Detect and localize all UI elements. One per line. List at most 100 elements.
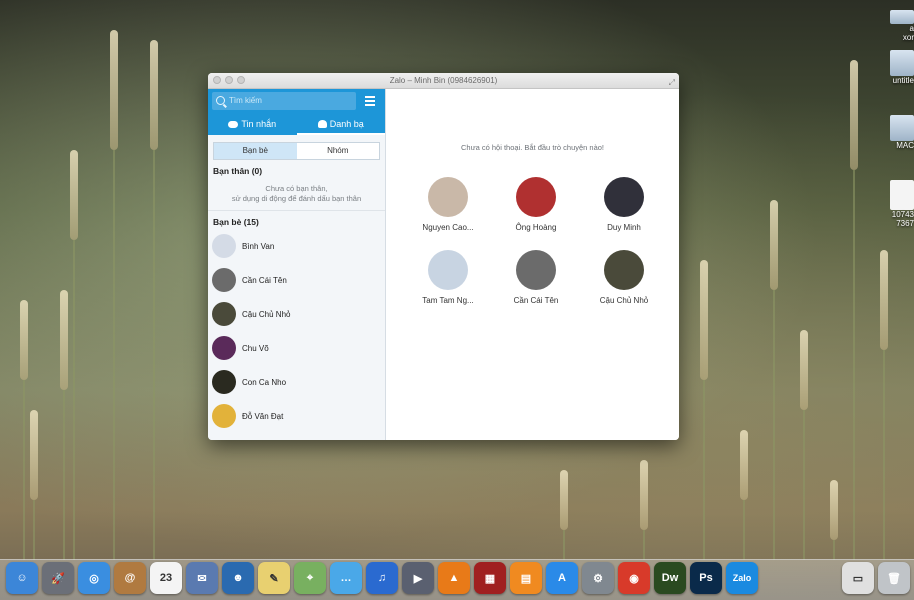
tab-contacts[interactable]: Danh bạ — [296, 114, 385, 135]
system-preferences-icon[interactable]: ⚙ — [582, 562, 614, 594]
minimize-button[interactable] — [225, 76, 233, 84]
launchpad-icon[interactable]: 🚀 — [42, 562, 74, 594]
empty-conversation-hint: Chưa có hội thoại. Bắt đầu trò chuyện nà… — [460, 143, 605, 152]
zoom-button[interactable] — [237, 76, 245, 84]
safari-icon[interactable]: ◎ — [78, 562, 110, 594]
close-friends-empty: Chưa có bạn thân, sử dụng di động để đán… — [208, 176, 385, 211]
friend-list-item[interactable]: Chu Võ — [208, 331, 385, 365]
zalo-icon[interactable]: Zalo — [726, 562, 758, 594]
preview-icon[interactable]: ☻ — [222, 562, 254, 594]
itunes-icon[interactable]: ♫ — [366, 562, 398, 594]
avatar — [212, 336, 236, 360]
segment-friends[interactable]: Bạn bè — [214, 143, 297, 159]
maps-icon[interactable]: ⌖ — [294, 562, 326, 594]
friend-list-item[interactable]: Cậu Chủ Nhỏ — [208, 297, 385, 331]
messages-icon[interactable]: … — [330, 562, 362, 594]
search-input[interactable]: Tìm kiếm — [212, 92, 356, 110]
desktop-icon-1[interactable]: a xor — [884, 10, 914, 42]
friend-name: Con Ca Nho — [242, 377, 287, 387]
grass-stem — [23, 380, 25, 560]
grass-stem — [803, 410, 805, 560]
grass-stem — [853, 170, 855, 560]
segment-groups[interactable]: Nhóm — [297, 143, 380, 159]
contact-card[interactable]: Nguyen Cao... — [404, 177, 492, 232]
finder-icon[interactable]: ☺ — [6, 562, 38, 594]
vlc-icon[interactable]: ▲ — [438, 562, 470, 594]
friends-title: Bạn bè (15) — [213, 217, 259, 227]
contact-card[interactable]: Tam Tam Ng... — [404, 250, 492, 305]
desktop-icon-2[interactable]: untitle — [884, 50, 914, 85]
tab-messages[interactable]: Tin nhắn — [208, 114, 297, 135]
contact-name: Nguyen Cao... — [422, 223, 474, 232]
grass-stalk — [30, 410, 38, 500]
friends-groups-toggle: Bạn bè Nhóm — [213, 142, 380, 160]
grass-stalk — [700, 260, 708, 380]
desktop-icon-label: untitle — [892, 76, 914, 85]
desktop-icon-label: a xor — [902, 24, 914, 42]
grass-stem — [643, 530, 645, 560]
chrome-icon[interactable]: ◉ — [618, 562, 650, 594]
desktop-icon-label: MAC — [896, 141, 914, 150]
contacts-app-icon[interactable]: @ — [114, 562, 146, 594]
dock-apps: ☺ 🚀 ◎ @23 ✉ ☻ ✎ ⌖… ♫ ▶ ▲ ▦ ▤ A ⚙ ◉ Dw Ps Zalo — [6, 562, 758, 594]
friend-list-item[interactable]: Cần Cái Tên — [208, 263, 385, 297]
close-button[interactable] — [213, 76, 221, 84]
photoshop-icon[interactable]: Ps — [690, 562, 722, 594]
friend-name: Cần Cái Tên — [242, 275, 287, 285]
grass-stalk — [800, 330, 808, 410]
grass-stem — [63, 390, 65, 560]
grass-stalk — [110, 30, 118, 150]
friend-name: Chu Võ — [242, 343, 269, 353]
contact-name: Cần Cái Tên — [513, 296, 559, 305]
search-placeholder: Tìm kiếm — [229, 96, 262, 105]
grass-stem — [883, 350, 885, 560]
contact-card[interactable]: Ông Hoàng — [492, 177, 580, 232]
fullscreen-icon[interactable]: ⤢ — [669, 75, 675, 90]
close-friends-title: Bạn thân (0) — [213, 166, 263, 176]
downloads-stack-icon[interactable]: ▭ — [842, 562, 874, 594]
mail-icon[interactable]: ✉ — [186, 562, 218, 594]
grass-stalk — [150, 40, 158, 150]
grass-stem — [113, 150, 115, 560]
window-titlebar[interactable]: Zalo – Minh Bin (0984626901) ⤢ — [208, 73, 679, 89]
grass-stem — [743, 500, 745, 560]
notes-icon[interactable]: ✎ — [258, 562, 290, 594]
zalo-window: Zalo – Minh Bin (0984626901) ⤢ Tìm kiếm … — [208, 73, 679, 440]
grass-stem — [33, 500, 35, 560]
grass-stem — [73, 240, 75, 560]
tab-label: Tin nhắn — [241, 119, 277, 129]
grass-stem — [153, 150, 155, 560]
avatar — [428, 250, 468, 290]
empty-line: Chưa có bạn thân, — [265, 184, 328, 193]
tab-label: Danh bạ — [329, 119, 364, 129]
chat-icon — [228, 121, 239, 128]
contact-card[interactable]: Cậu Chủ Nhỏ — [580, 250, 668, 305]
contact-card[interactable]: Duy Minh — [580, 177, 668, 232]
dreamweaver-icon[interactable]: Dw — [654, 562, 686, 594]
dock-right: ▭ 🗑 — [842, 562, 910, 594]
friend-list-item[interactable]: Bình Van — [208, 229, 385, 263]
file-icon — [890, 10, 914, 24]
app-store-icon[interactable]: A — [546, 562, 578, 594]
contact-name: Ông Hoàng — [515, 223, 557, 232]
friend-list-item[interactable]: Con Ca Nho — [208, 365, 385, 399]
grass-stalk — [60, 290, 68, 390]
dock: ☺ 🚀 ◎ @23 ✉ ☻ ✎ ⌖… ♫ ▶ ▲ ▦ ▤ A ⚙ ◉ Dw Ps Zalo ▭ 🗑 — [0, 559, 914, 600]
desktop-icon-3[interactable]: MAC — [884, 115, 914, 150]
calendar-icon[interactable]: 23 — [150, 562, 182, 594]
avatar — [212, 268, 236, 292]
trash-icon[interactable]: 🗑 — [878, 562, 910, 594]
facetime-icon[interactable]: ▶ — [402, 562, 434, 594]
menu-icon[interactable] — [365, 96, 375, 106]
sidebar: Tìm kiếm Tin nhắn Danh bạ Bạn bè Nhóm Bạ… — [208, 89, 386, 440]
photo-booth-icon[interactable]: ▦ — [474, 562, 506, 594]
ibooks-icon[interactable]: ▤ — [510, 562, 542, 594]
friend-list-item[interactable]: Đỗ Văn Đạt — [208, 399, 385, 433]
sidebar-tabs: Tin nhắn Danh bạ — [208, 114, 385, 135]
avatar — [604, 177, 644, 217]
avatar — [212, 404, 236, 428]
avatar — [212, 302, 236, 326]
suggested-contacts: Nguyen Cao... Ông Hoàng Duy Minh Tam Tam Ng… — [404, 177, 674, 305]
contact-card[interactable]: Cần Cái Tên — [492, 250, 580, 305]
desktop-icon-4[interactable]: 10743 7367 — [884, 180, 914, 228]
